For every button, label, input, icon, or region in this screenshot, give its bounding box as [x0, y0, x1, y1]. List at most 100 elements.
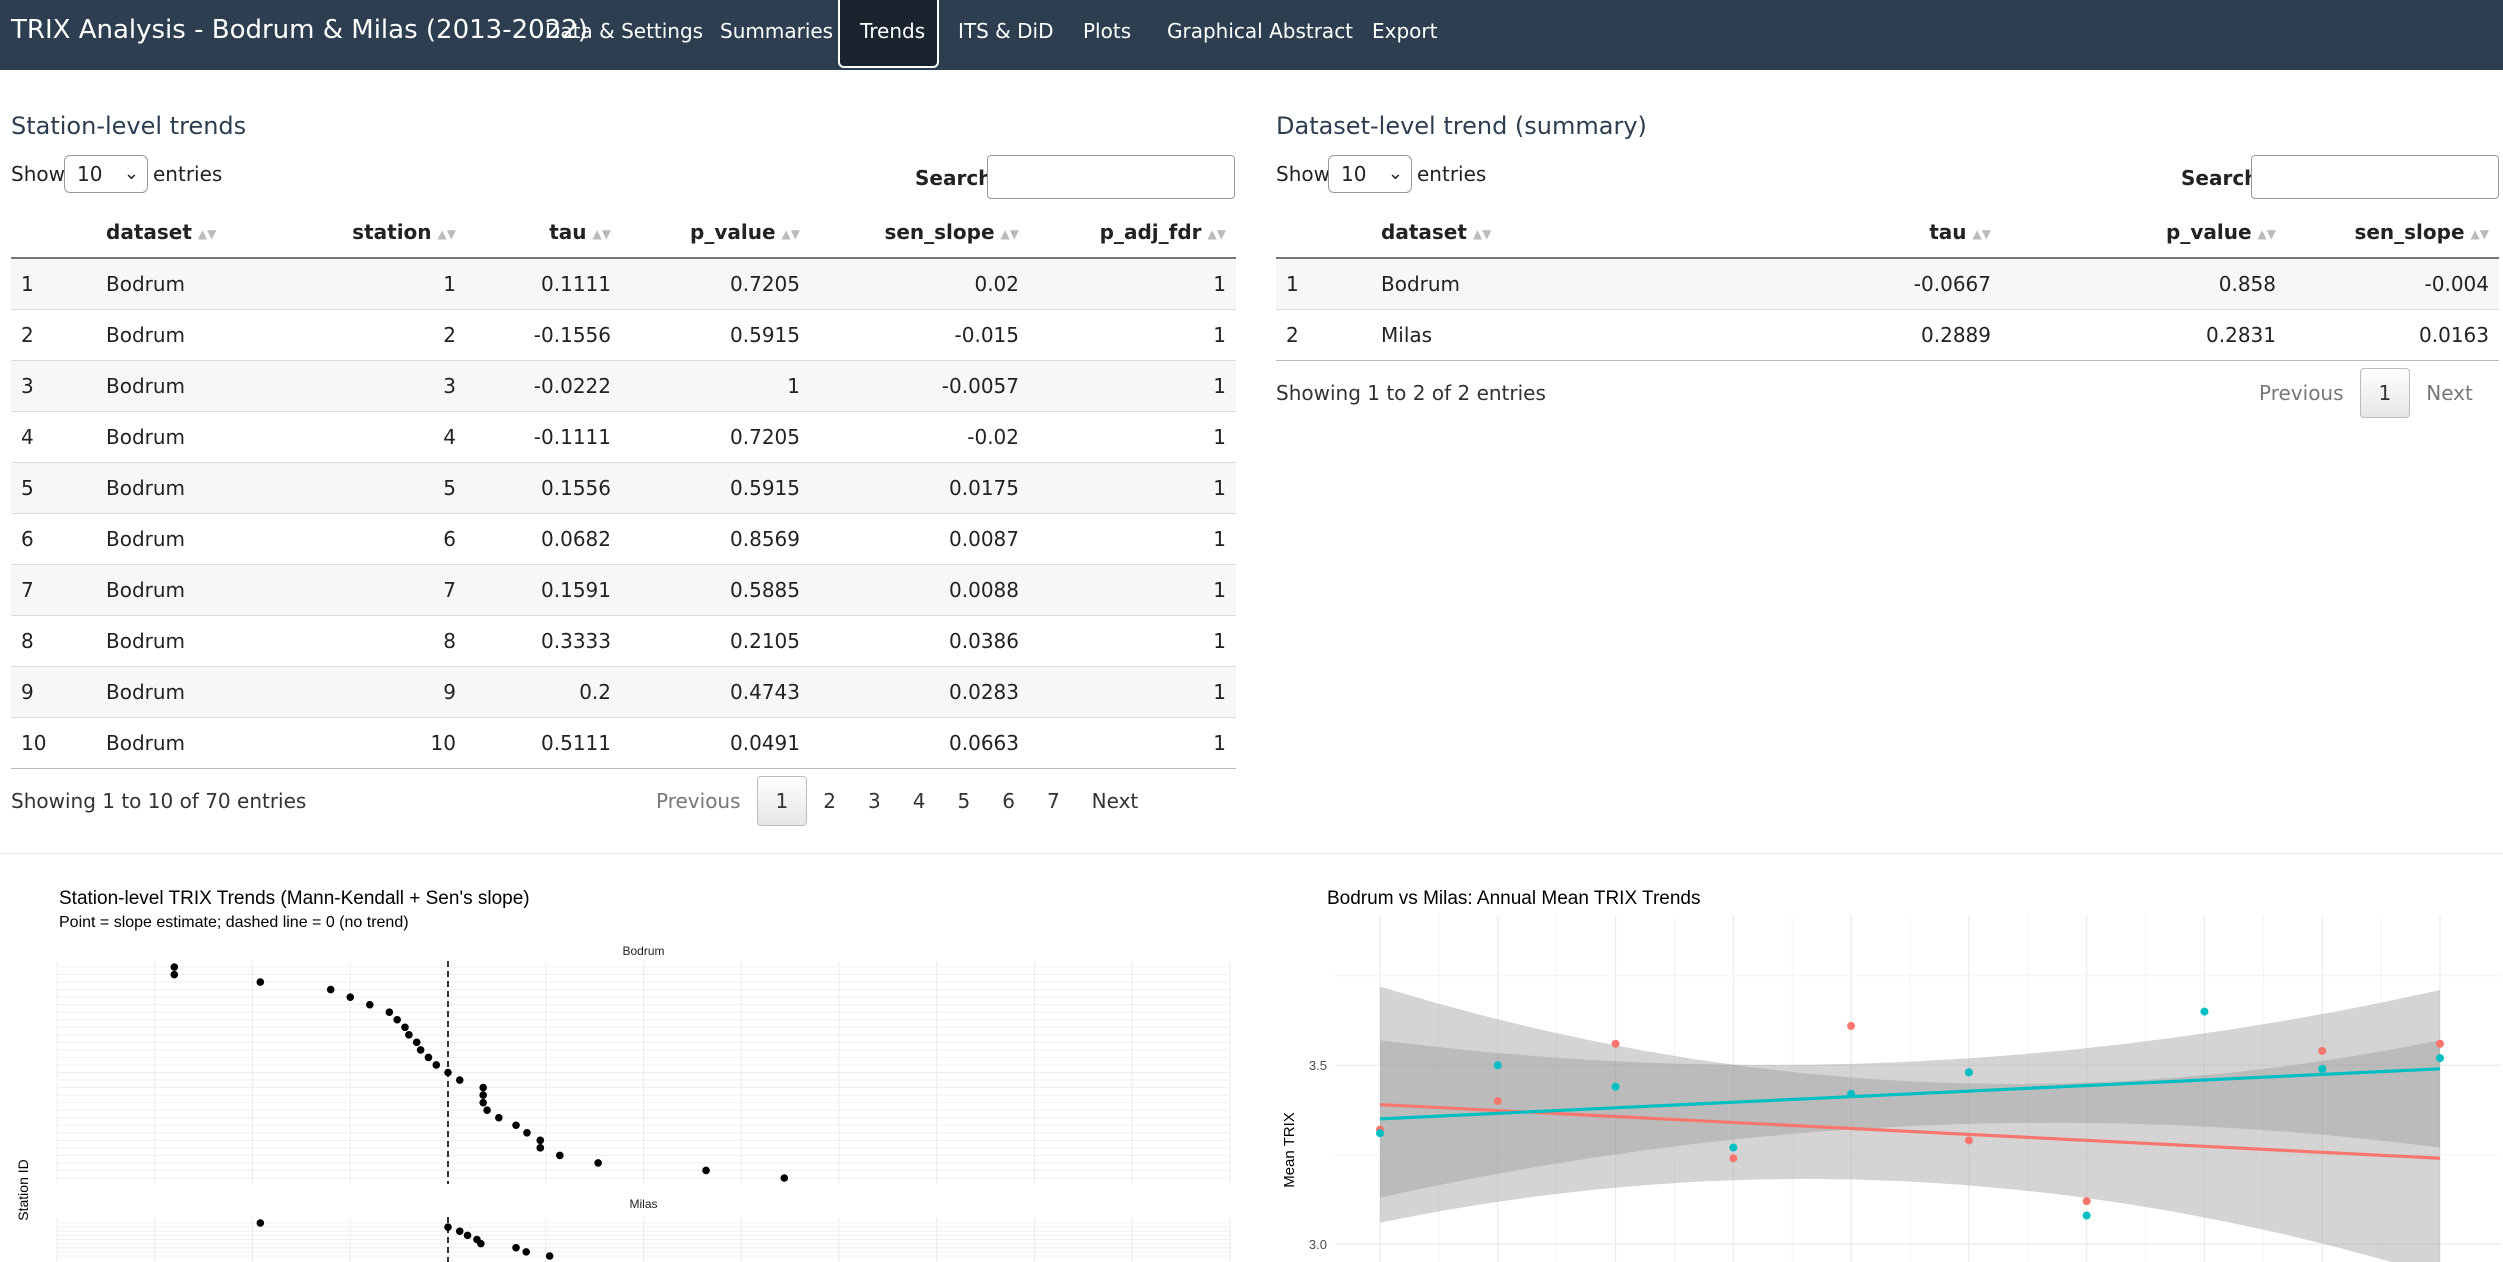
page-length-select[interactable]: 10 ⌄ [1328, 155, 1412, 193]
table-cell-p_adj_fdr: 1 [1029, 564, 1236, 616]
tab-graphical-abstract[interactable]: Graphical Abstract [1167, 0, 1353, 60]
table-cell-p_value: 0.8569 [621, 513, 810, 565]
station-trends-table: dataset ▲▼ station ▲▼ tau ▲▼ p_value ▲▼ sen_slop… [11, 207, 1236, 769]
slope-point [495, 1113, 503, 1122]
table-cell-p_value: 0.4743 [621, 666, 810, 718]
table-cell-sen_slope: 0.0386 [810, 615, 1029, 667]
dataset-table-pagination: Previous 1 Next [2243, 368, 2489, 418]
dataset-search-input[interactable] [2251, 155, 2499, 199]
station-col-header-dataset[interactable]: dataset ▲▼ [96, 207, 276, 259]
table-row[interactable]: 6 Bodrum 6 0.0682 0.8569 0.0087 1 [11, 513, 1236, 565]
table-cell-p_value: 0.5915 [621, 309, 810, 361]
tab-plots[interactable]: Plots [1083, 0, 1131, 60]
table-row[interactable]: 2 Milas 0.2889 0.2831 0.0163 [1276, 309, 2499, 361]
table-cell-station: 6 [276, 513, 466, 565]
table-row[interactable]: 4 Bodrum 4 -0.1111 0.7205 -0.02 1 [11, 411, 1236, 463]
slope-point [326, 985, 335, 994]
table-cell-sen_slope: 0.0663 [810, 717, 1029, 769]
tab-export[interactable]: Export [1372, 0, 1437, 60]
page-button-4[interactable]: 4 [897, 777, 942, 825]
table-cell-p_value: 0.858 [2001, 257, 2286, 310]
station-col-header-station[interactable]: station ▲▼ [276, 207, 466, 259]
page-button-6[interactable]: 6 [986, 777, 1031, 825]
station-col-header-p_value[interactable]: p_value ▲▼ [621, 207, 810, 259]
station-search-input[interactable] [987, 155, 1235, 199]
table-cell-p_value: 1 [621, 360, 810, 412]
sort-icon: ▲▼ [781, 226, 800, 241]
milas-point [2082, 1211, 2091, 1220]
page-button-3[interactable]: 3 [852, 777, 897, 825]
bodrum-point [2082, 1197, 2091, 1206]
table-row[interactable]: 7 Bodrum 7 0.1591 0.5885 0.0088 1 [11, 564, 1236, 616]
dataset-trend-table: dataset ▲▼ tau ▲▼ p_value ▲▼ sen_slope ▲▼ 1 Bodr… [1276, 207, 2499, 361]
sort-icon: ▲▼ [592, 226, 611, 241]
station-col-header-tau[interactable]: tau ▲▼ [466, 207, 621, 259]
milas-point [2436, 1054, 2444, 1063]
dataset-col-header-sen_slope[interactable]: sen_slope ▲▼ [2286, 207, 2499, 259]
sort-icon: ▲▼ [437, 226, 456, 241]
table-cell-station: 3 [276, 360, 466, 412]
page-button-7[interactable]: 7 [1031, 777, 1076, 825]
tab-summaries[interactable]: Summaries [720, 0, 833, 60]
dataset-col-header-tau[interactable]: tau ▲▼ [1751, 207, 2001, 259]
bodrum-point [1964, 1136, 1973, 1145]
table-row[interactable]: 1 Bodrum -0.0667 0.858 -0.004 [1276, 257, 2499, 310]
dataset-col-header-p_value[interactable]: p_value ▲▼ [2001, 207, 2286, 259]
slope-point [455, 1076, 464, 1084]
table-row[interactable]: 10 Bodrum 10 0.5111 0.0491 0.0663 1 [11, 717, 1236, 769]
page-length-select[interactable]: 10 ⌄ [64, 155, 148, 193]
column-label: tau [1929, 220, 1967, 244]
table-row[interactable]: 2 Bodrum 2 -0.1556 0.5915 -0.015 1 [11, 309, 1236, 361]
slope-point [483, 1106, 491, 1114]
table-cell-station: 9 [276, 666, 466, 718]
tab-its-did[interactable]: ITS & DiD [958, 0, 1053, 60]
table-row[interactable]: 5 Bodrum 5 0.1556 0.5915 0.0175 1 [11, 462, 1236, 514]
table-row[interactable]: 3 Bodrum 3 -0.0222 1 -0.0057 1 [11, 360, 1236, 412]
tab-data-settings[interactable]: Data & Settings [545, 0, 703, 60]
slope-point [479, 1098, 487, 1107]
entries-label: entries [1417, 162, 1487, 186]
slope-point [424, 1053, 433, 1062]
sort-icon: ▲▼ [1472, 226, 1492, 241]
next-page-button[interactable]: Next [1076, 777, 1155, 825]
table-cell-station: 1 [276, 257, 466, 310]
station-col-header-sen_slope[interactable]: sen_slope ▲▼ [810, 207, 1029, 259]
table-row[interactable]: 9 Bodrum 9 0.2 0.4743 0.0283 1 [11, 666, 1236, 718]
table-cell-tau: -0.0667 [1751, 257, 2001, 310]
next-page-button[interactable]: Next [2410, 369, 2489, 417]
slope-point [256, 978, 265, 986]
table-cell-tau: 0.2889 [1751, 309, 2001, 361]
page-button-1[interactable]: 1 [2359, 368, 2411, 418]
tab-trends[interactable]: Trends [838, 0, 939, 68]
table-row[interactable]: 8 Bodrum 8 0.3333 0.2105 0.0386 1 [11, 615, 1236, 667]
page-button-1[interactable]: 1 [756, 776, 808, 826]
table-cell-dataset: Bodrum [96, 411, 276, 463]
chevron-down-icon: ⌄ [123, 163, 139, 184]
table-cell-tau: 0.2 [466, 666, 621, 718]
slope-point [385, 1008, 394, 1017]
previous-page-button[interactable]: Previous [640, 777, 757, 825]
table-cell-station: 10 [276, 717, 466, 769]
page-button-2[interactable]: 2 [807, 777, 852, 825]
milas-point [1729, 1143, 1738, 1152]
previous-page-button[interactable]: Previous [2243, 369, 2360, 417]
y-axis-label: Mean TRIX [1281, 1112, 1298, 1188]
table-cell-p_adj_fdr: 1 [1029, 717, 1236, 769]
station-col-header-index[interactable] [11, 207, 96, 259]
dataset-trend-title: Dataset-level trend (summary) [1276, 112, 1647, 140]
dataset-col-header-dataset[interactable]: dataset ▲▼ [1371, 207, 1751, 259]
table-row[interactable]: 1 Bodrum 1 0.1111 0.7205 0.02 1 [11, 257, 1236, 310]
station-col-header-p_adj_fdr[interactable]: p_adj_fdr ▲▼ [1029, 207, 1236, 259]
station-trends-chart: Station ID Bodrum Milas [15, 942, 1231, 1262]
slope-point [432, 1061, 441, 1069]
app-title: TRIX Analysis - Bodrum & Milas (2013-202… [11, 15, 588, 45]
table-cell-p_value: 0.7205 [621, 411, 810, 463]
table-cell-station: 7 [276, 564, 466, 616]
table-cell-tau: 0.5111 [466, 717, 621, 769]
page-button-5[interactable]: 5 [941, 777, 986, 825]
station-trends-title: Station-level trends [11, 112, 247, 140]
table-cell-sen_slope: -0.0057 [810, 360, 1029, 412]
slope-point [477, 1239, 485, 1248]
table-cell-sen_slope: 0.0088 [810, 564, 1029, 616]
dataset-col-header-index[interactable] [1276, 207, 1371, 259]
